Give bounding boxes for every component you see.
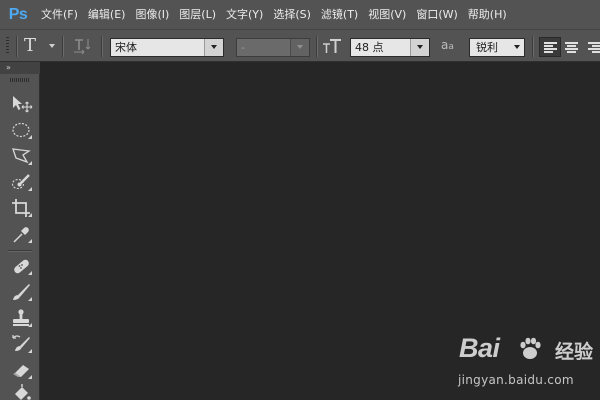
submenu-corner-icon [28, 271, 32, 275]
move-tool[interactable] [8, 92, 34, 116]
menu-select[interactable]: 选择(S) [268, 0, 316, 29]
divider [62, 36, 63, 57]
align-left-button[interactable] [539, 37, 561, 57]
submenu-corner-icon [28, 135, 32, 139]
watermark-url: jingyan.baidu.com [458, 373, 574, 387]
chevron-down-icon[interactable] [410, 39, 429, 56]
menu-items: 文件(F) 编辑(E) 图像(I) 图层(L) 文字(Y) 选择(S) 滤镜(T… [36, 0, 512, 29]
submenu-corner-icon [28, 239, 32, 243]
divider [16, 36, 17, 57]
font-family-select[interactable]: 宋体 [110, 38, 224, 57]
tool-preset-type-icon[interactable]: T [24, 35, 36, 56]
menu-view[interactable]: 视图(V) [363, 0, 411, 29]
menu-type[interactable]: 文字(Y) [221, 0, 268, 29]
submenu-corner-icon [28, 213, 32, 217]
antialias-select[interactable]: 锐利 [469, 38, 525, 57]
watermark-product: 经验 [555, 341, 594, 363]
toolbox-grip[interactable] [10, 78, 30, 82]
eraser-tool[interactable] [8, 358, 34, 382]
paragraph-align-group [539, 37, 600, 57]
menu-filter[interactable]: 滤镜(T) [316, 0, 363, 29]
options-bar: T 宋体 - 48 点 aa 锐利 [0, 29, 600, 62]
spinner-arrows-icon[interactable] [508, 39, 524, 56]
align-center-button[interactable] [561, 37, 583, 57]
eyedropper-tool[interactable] [8, 222, 34, 246]
options-bar-grip[interactable] [6, 37, 9, 55]
move-icon [13, 96, 33, 113]
marquee-tool[interactable] [8, 118, 34, 142]
submenu-corner-icon [28, 323, 32, 327]
toolbox-panel [0, 74, 40, 400]
menu-edit[interactable]: 编辑(E) [83, 0, 131, 29]
antialias-icon: aa [441, 38, 454, 52]
lasso-tool[interactable] [8, 144, 34, 168]
submenu-corner-icon [28, 297, 32, 301]
menu-bar: Ps 文件(F) 编辑(E) 图像(I) 图层(L) 文字(Y) 选择(S) 滤… [0, 0, 600, 29]
toolbox-divider [8, 250, 32, 251]
healing-tool[interactable] [8, 254, 34, 278]
chevron-down-icon[interactable] [290, 39, 309, 56]
baidu-jingyan-watermark: Bai du 经验 jingyan.baidu.com [455, 325, 600, 395]
submenu-corner-icon [28, 161, 32, 165]
photoshop-logo: Ps [8, 5, 28, 23]
submenu-corner-icon [28, 349, 32, 353]
toolbox-header: » [0, 62, 40, 74]
quick-selection-tool[interactable] [8, 170, 34, 194]
font-style-value: - [241, 41, 245, 54]
submenu-corner-icon [28, 187, 32, 191]
clone-stamp-tool[interactable] [8, 306, 34, 330]
divider [532, 36, 533, 57]
paint-bucket-icon [15, 384, 31, 400]
antialias-value: 锐利 [476, 41, 498, 54]
menu-file[interactable]: 文件(F) [36, 0, 83, 29]
menu-image[interactable]: 图像(I) [130, 0, 174, 29]
font-size-icon [322, 37, 344, 57]
divider [316, 36, 317, 57]
brush-tool[interactable] [8, 280, 34, 304]
menu-layer[interactable]: 图层(L) [174, 0, 221, 29]
watermark-brand-left: Bai [459, 333, 500, 363]
divider [101, 36, 102, 57]
menu-window[interactable]: 窗口(W) [411, 0, 462, 29]
history-brush-tool[interactable] [8, 332, 34, 356]
crop-tool[interactable] [8, 196, 34, 220]
paint-bucket-tool[interactable] [8, 382, 34, 400]
font-size-select[interactable]: 48 点 [350, 38, 430, 57]
baidu-paw-icon [520, 337, 541, 359]
font-family-value: 宋体 [115, 41, 137, 54]
collapse-panel-icon[interactable]: » [6, 63, 11, 72]
antialias-glyph-sub: a [448, 42, 454, 52]
chevron-down-icon[interactable] [204, 39, 223, 56]
font-style-select[interactable]: - [236, 38, 310, 57]
text-orientation-icon[interactable] [73, 36, 93, 56]
submenu-corner-icon [28, 375, 32, 379]
font-size-value: 48 点 [355, 41, 384, 54]
tool-preset-dropdown-arrow[interactable] [49, 44, 55, 48]
align-right-button[interactable] [583, 37, 600, 57]
menu-help[interactable]: 帮助(H) [463, 0, 512, 29]
